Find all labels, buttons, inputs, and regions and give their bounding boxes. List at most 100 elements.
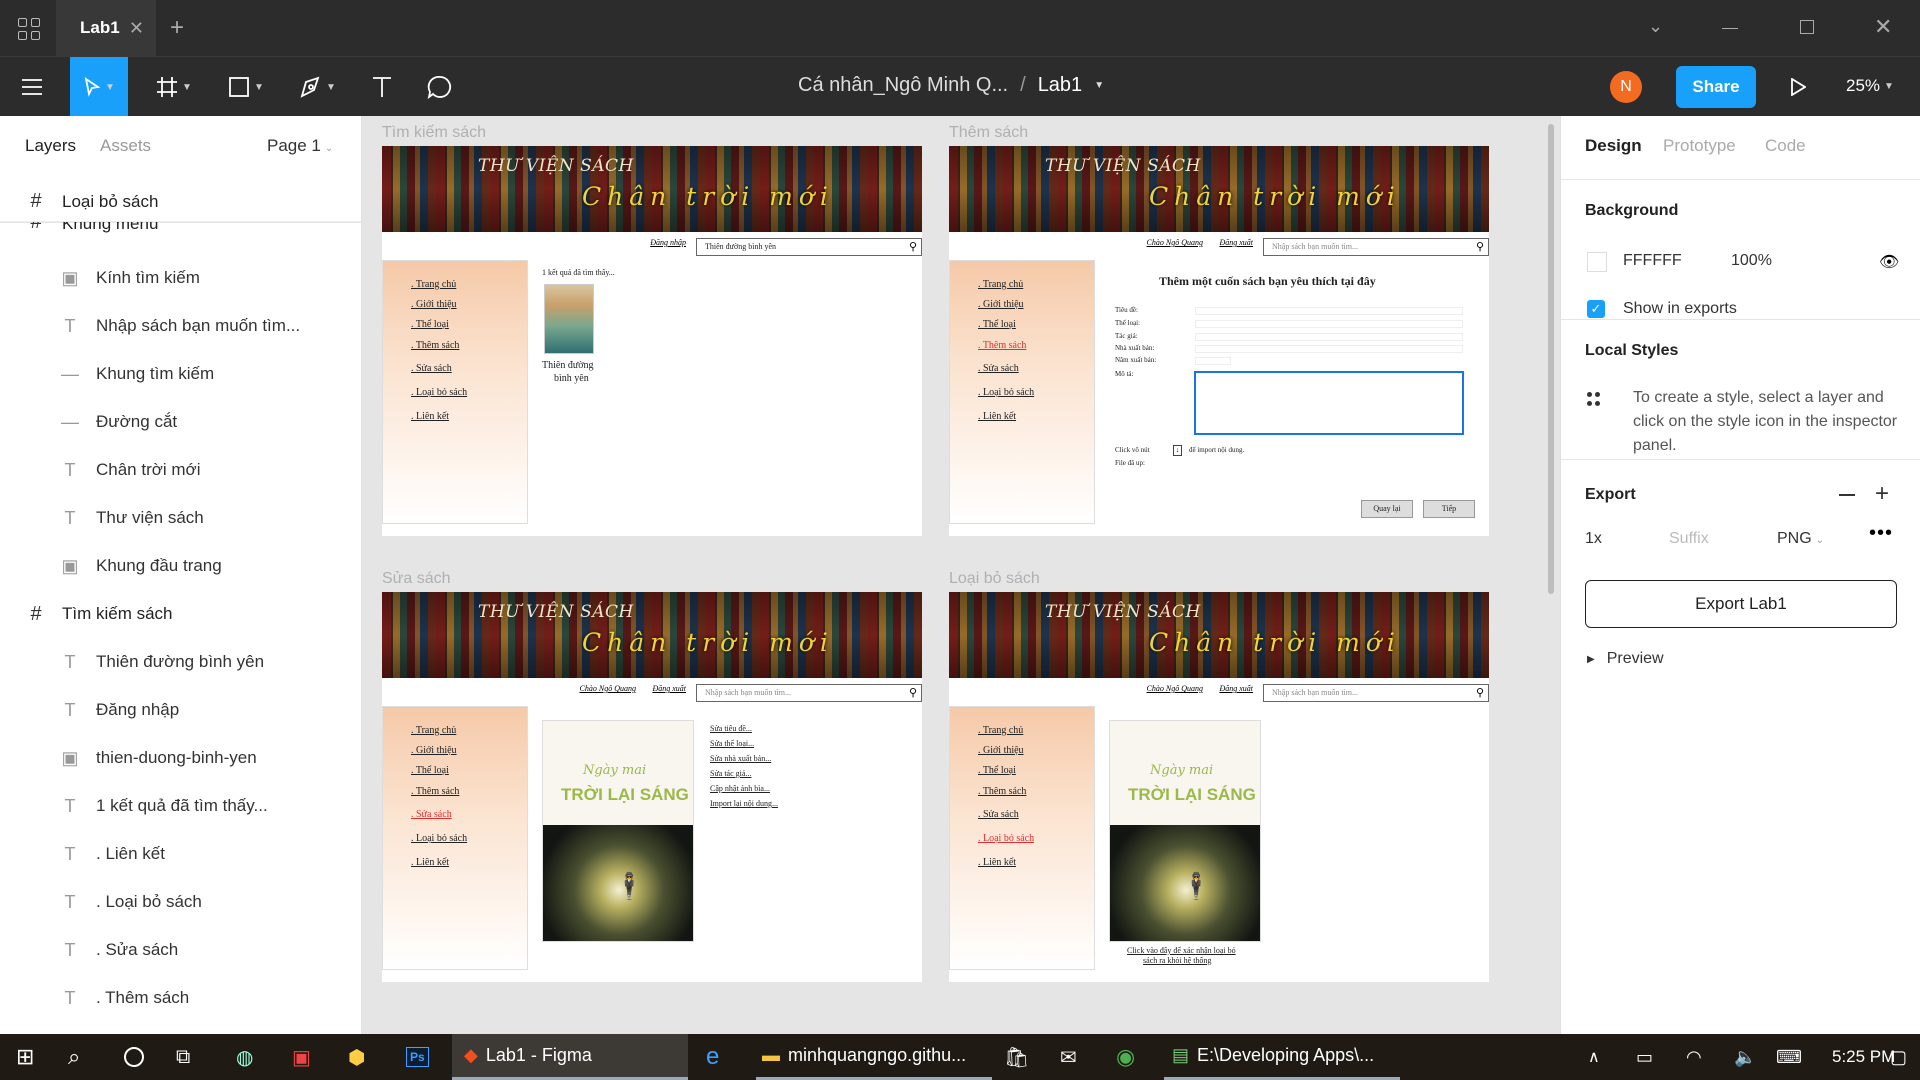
search-magnifier-icon[interactable]: ⚲ [1476, 240, 1484, 253]
edit-link[interactable]: Sửa nhà xuất bản... [710, 754, 771, 763]
layer-row[interactable]: — Đường cắt [0, 398, 361, 446]
photoshop-icon[interactable]: Ps [406, 1034, 429, 1080]
menu-link[interactable]: . Sửa sách [978, 363, 1019, 374]
layer-frame[interactable]: # Loại bỏ sách [0, 182, 361, 222]
frame-label[interactable]: Tìm kiếm sách [382, 124, 486, 142]
export-scale[interactable]: 1x [1585, 530, 1602, 548]
search-icon[interactable]: ⌕ [68, 1034, 80, 1080]
move-tool-button[interactable]: ▼ [70, 57, 128, 117]
layer-row[interactable]: T Chân trời mới [0, 446, 361, 494]
menu-link[interactable]: . Liên kết [978, 857, 1016, 868]
background-hex[interactable]: FFFFFF [1623, 252, 1682, 270]
windows-start-icon[interactable]: ⊞ [16, 1034, 34, 1080]
layer-row[interactable]: T . Sửa sách [0, 926, 361, 974]
office-icon[interactable]: ▣ [292, 1034, 311, 1080]
frame-tool-button[interactable]: ▼ [150, 67, 198, 107]
export-button[interactable]: Export Lab1 [1585, 580, 1897, 628]
layer-row[interactable]: T. Thể loại [0, 1022, 361, 1034]
form-field-input[interactable] [1195, 307, 1463, 315]
canvas[interactable]: Tìm kiếm sách THƯ VIỆN SÁCH Chân trời mới Đ… [362, 116, 1560, 1034]
store-icon[interactable]: 🛍 [1004, 1034, 1029, 1080]
chevron-down-icon[interactable]: ⌄ [1648, 16, 1663, 37]
menu-link[interactable]: . Liên kết [411, 411, 449, 422]
pen-tool-button[interactable]: ▼ [294, 67, 342, 107]
tab-prototype[interactable]: Prototype [1663, 136, 1736, 156]
notifications-icon[interactable]: ▢ [1890, 1034, 1907, 1080]
menu-link[interactable]: . Trang chủ [411, 279, 456, 290]
menu-link[interactable]: . Liên kết [411, 857, 449, 868]
menu-link[interactable]: . Liên kết [978, 411, 1016, 422]
next-button[interactable]: Tiếp [1423, 500, 1475, 518]
menu-link[interactable]: . Giới thiệu [978, 299, 1024, 310]
edit-link[interactable]: Sửa thể loại... [710, 739, 754, 748]
main-menu-icon[interactable] [16, 67, 48, 107]
design-frame[interactable]: THƯ VIỆN SÁCH Chân trời mới Chào Ngô Quang… [382, 592, 922, 982]
logout-link[interactable]: Đăng xuất [1219, 238, 1253, 256]
layer-row[interactable]: T Đăng nhập [0, 686, 361, 734]
delete-confirm-link[interactable]: Click vào đây để xác nhận loại bỏ [1127, 946, 1236, 955]
menu-link[interactable]: . Trang chủ [978, 725, 1023, 736]
design-frame[interactable]: THƯ VIỆN SÁCH Chân trời mới Chào Ngô Quang… [949, 592, 1489, 982]
add-export-icon[interactable]: + [1875, 480, 1889, 508]
layer-frame[interactable]: # Tìm kiếm sách [0, 590, 361, 638]
menu-link[interactable]: . Sửa sách [978, 809, 1019, 820]
layer-row[interactable]: ▣ thien-duong-binh-yen [0, 734, 361, 782]
canvas-scrollbar[interactable] [1548, 124, 1554, 594]
breadcrumb-team[interactable]: Cá nhân_Ngô Minh Q... [798, 74, 1008, 97]
layer-row[interactable]: T Nhập sách bạn muốn tìm... [0, 302, 361, 350]
file-menu-chevron-icon[interactable]: ▼ [1094, 80, 1104, 91]
layer-row[interactable]: ▣ Khung đầu trang [0, 542, 361, 590]
clock[interactable]: 5:25 PM [1832, 1034, 1895, 1080]
design-frame[interactable]: THƯ VIỆN SÁCH Chân trời mới Chào Ngô Quang… [949, 146, 1489, 536]
menu-link[interactable]: . Giới thiệu [411, 745, 457, 756]
shape-tool-button[interactable]: ▼ [222, 67, 270, 107]
logout-link[interactable]: Đăng xuất [1219, 684, 1253, 702]
greeting-link[interactable]: Chào Ngô Quang [580, 684, 636, 702]
design-frame[interactable]: THƯ VIỆN SÁCH Chân trời mới Đăng nhập Thiên… [382, 146, 922, 536]
background-swatch[interactable] [1587, 252, 1607, 272]
menu-link[interactable]: . Giới thiệu [411, 299, 457, 310]
menu-link[interactable]: . Thêm sách [411, 786, 459, 797]
search-field[interactable]: Nhập sách bạn muốn tìm... ⚲ [696, 684, 922, 702]
layer-row[interactable]: T . Liên kết [0, 830, 361, 878]
export-more-icon[interactable]: ••• [1869, 522, 1893, 545]
menu-link[interactable]: . Loại bỏ sách [978, 387, 1034, 398]
minimize-icon[interactable] [1722, 28, 1738, 29]
taskbar-notepad[interactable]: ▤ E:\Developing Apps\... [1164, 1034, 1400, 1080]
export-suffix-input[interactable]: Suffix [1669, 530, 1709, 548]
volume-icon[interactable]: 🔈 [1734, 1034, 1756, 1080]
tab-design[interactable]: Design [1585, 136, 1642, 156]
present-play-icon[interactable] [1786, 67, 1810, 107]
comment-tool-button[interactable] [420, 67, 460, 107]
tab-assets[interactable]: Assets [100, 136, 151, 156]
menu-link[interactable]: . Loại bỏ sách [411, 833, 467, 844]
menu-link[interactable]: . Thể loại [411, 765, 449, 776]
mail-icon[interactable]: ✉ [1060, 1034, 1077, 1080]
menu-link[interactable]: . Thêm sách [411, 340, 459, 351]
frame-label[interactable]: Thêm sách [949, 124, 1028, 142]
new-tab-icon[interactable]: + [170, 14, 184, 42]
edit-link[interactable]: Cập nhật ảnh bìa... [710, 784, 770, 793]
file-tab[interactable]: Lab1 ✕ [56, 0, 156, 56]
menu-link[interactable]: . Thể loại [978, 319, 1016, 330]
tab-layers[interactable]: Layers [25, 136, 76, 156]
form-field-input[interactable] [1195, 345, 1463, 353]
wifi-icon[interactable]: ◠ [1686, 1034, 1702, 1080]
form-field-input[interactable] [1195, 333, 1463, 341]
text-tool-button[interactable] [364, 67, 400, 107]
back-button[interactable]: Quay lại [1361, 500, 1413, 518]
close-window-icon[interactable]: ✕ [1874, 14, 1892, 40]
share-button[interactable]: Share [1676, 66, 1756, 108]
figma-menu-grid-icon[interactable] [18, 18, 40, 40]
close-tab-icon[interactable]: ✕ [129, 18, 144, 39]
chrome-alt-icon[interactable]: ⬢ [348, 1034, 365, 1080]
book-thumbnail[interactable] [544, 284, 594, 354]
layer-row[interactable]: T . Thêm sách [0, 974, 361, 1022]
menu-link[interactable]: . Sửa sách [411, 363, 452, 374]
remove-export-icon[interactable] [1839, 494, 1855, 496]
form-field-input[interactable] [1195, 320, 1463, 328]
export-format-dropdown[interactable]: PNG ⌄ [1777, 530, 1824, 548]
task-view-icon[interactable]: ⧉ [176, 1034, 190, 1080]
search-field[interactable]: Thiên đường bình yên ⚲ [696, 238, 922, 256]
greeting-link[interactable]: Chào Ngô Quang [1147, 238, 1203, 256]
